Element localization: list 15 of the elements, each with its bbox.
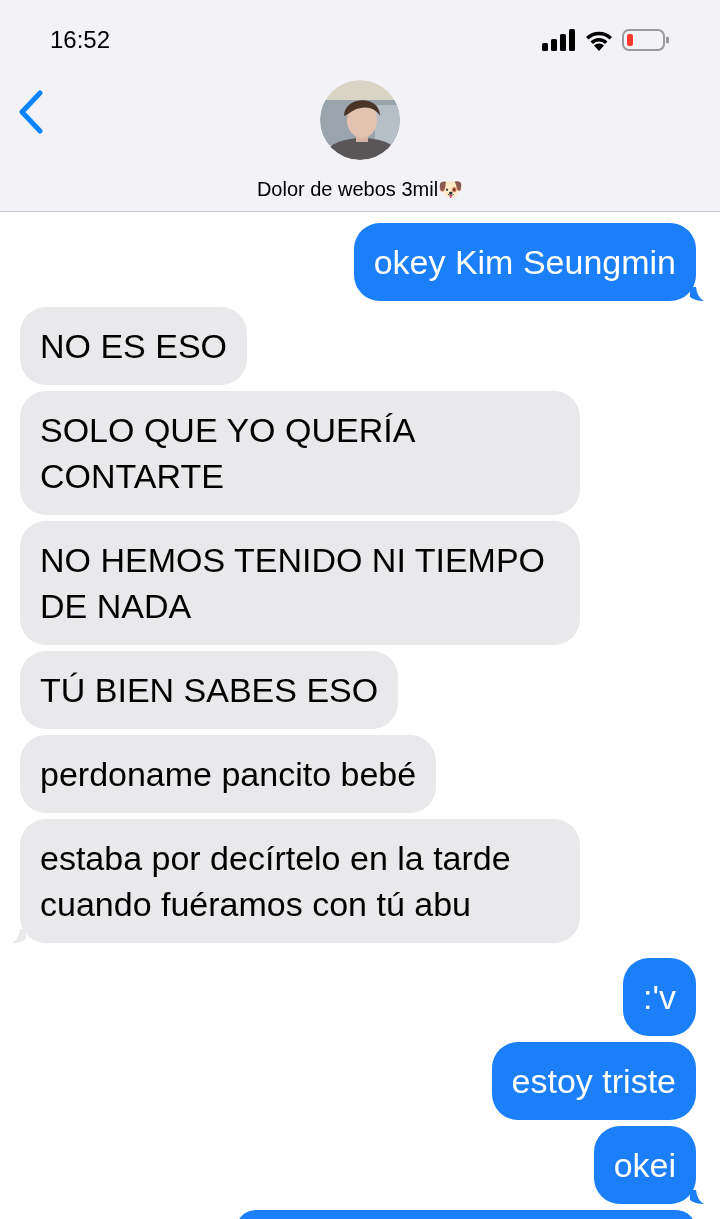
battery-icon: [622, 28, 670, 52]
sent-message: :'v: [623, 958, 696, 1036]
received-message: TÚ BIEN SABES ESO: [20, 651, 399, 729]
received-message: perdoname pancito bebé: [20, 735, 437, 813]
bubble-tail-icon: [690, 287, 704, 301]
received-message: NO ES ESO: [20, 307, 248, 385]
contact-name: Dolor de webos 3mil🐶: [256, 177, 464, 202]
received-message: NO HEMOS TENIDO NI TIEMPO DE NADA: [20, 521, 580, 645]
received-message: SOLO QUE YO QUERÍA CONTARTE: [20, 391, 580, 515]
sent-message: estoy triste: [491, 1042, 696, 1120]
chevron-left-icon: [18, 90, 44, 134]
signal-icon: [542, 29, 576, 51]
status-time: 16:52: [50, 25, 111, 55]
wifi-icon: [584, 29, 614, 51]
bubble-tail-icon: [690, 1190, 704, 1204]
